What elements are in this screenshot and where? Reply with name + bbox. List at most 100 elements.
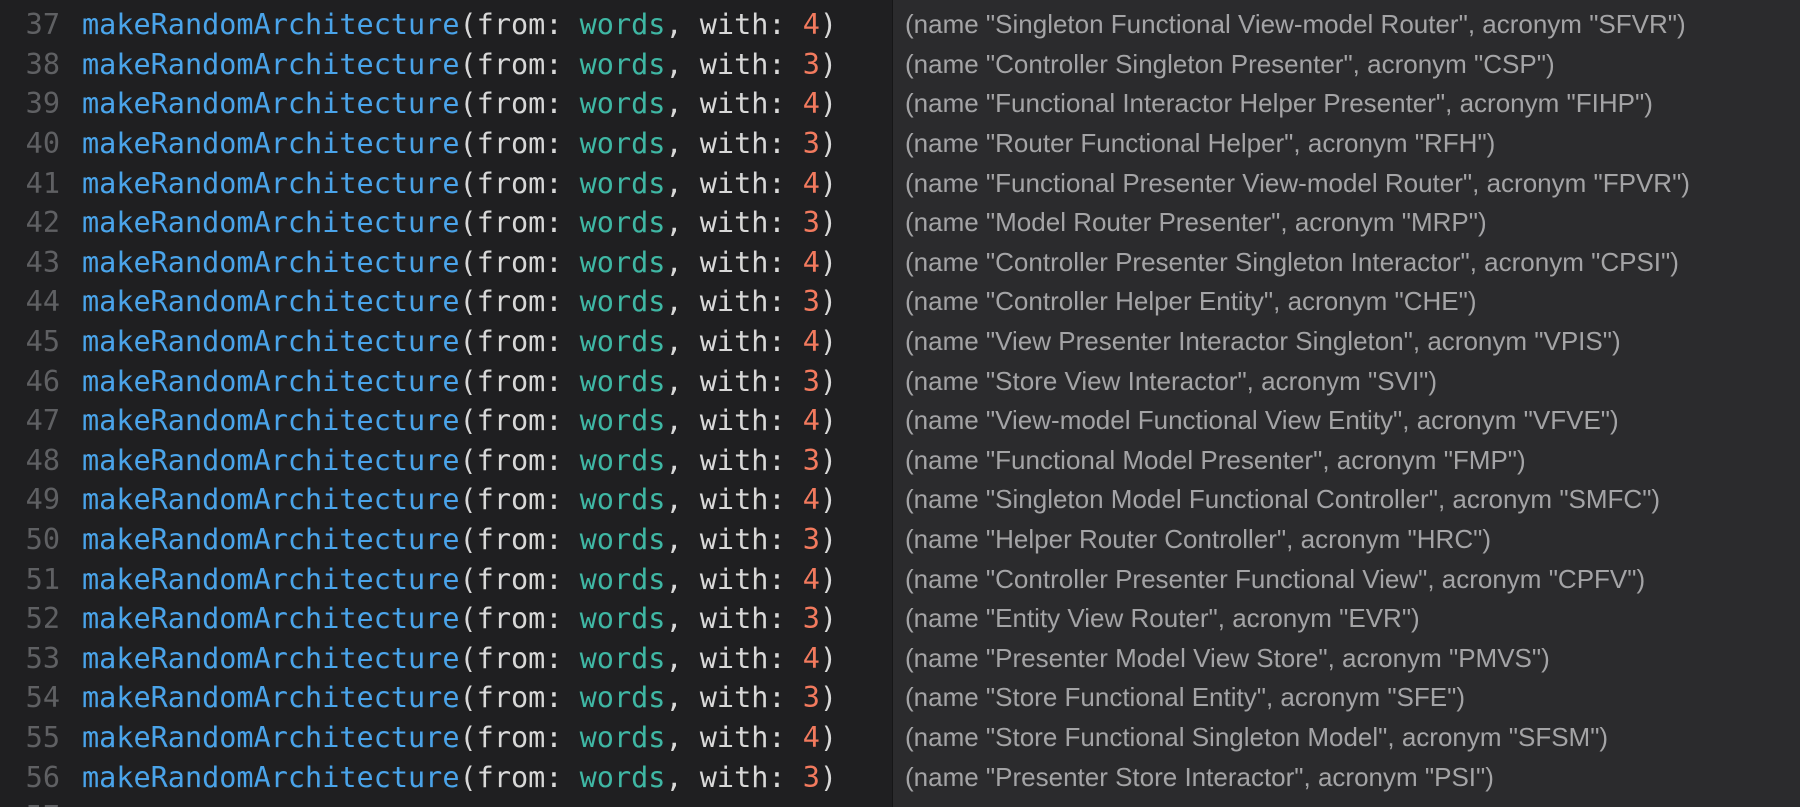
result-line[interactable]: (name "Controller Presenter Singleton In… xyxy=(893,243,1800,283)
argument-label-with: with xyxy=(699,443,769,477)
argument-label-with: with xyxy=(699,87,769,121)
code-line[interactable]: 42 makeRandomArchitecture(from: words, wi… xyxy=(0,203,892,243)
argument-variable: words xyxy=(579,483,666,517)
word-count-literal: 4 xyxy=(802,325,820,359)
argument-label-with: with xyxy=(699,641,769,675)
close-paren: ) xyxy=(819,681,838,715)
line-number: 57 xyxy=(0,800,82,807)
code-line[interactable]: 46 makeRandomArchitecture(from: words, wi… xyxy=(0,361,892,401)
function-name: makeRandomArchitecture xyxy=(82,47,460,81)
result-line[interactable]: (name "Presenter Model View Store", acro… xyxy=(893,639,1800,679)
close-paren: ) xyxy=(819,364,838,398)
code-line[interactable]: 51 makeRandomArchitecture(from: words, wi… xyxy=(0,559,892,599)
result-line[interactable]: (name "Controller Singleton Presenter", … xyxy=(893,45,1800,85)
result-line[interactable]: (name "Helper Router Controller", acrony… xyxy=(893,520,1800,560)
argument-variable: words xyxy=(579,8,666,42)
code-line[interactable]: 56 makeRandomArchitecture(from: words, wi… xyxy=(0,757,892,797)
code-line[interactable]: 47 makeRandomArchitecture(from: words, wi… xyxy=(0,401,892,441)
result-line[interactable]: (name "Functional Interactor Helper Pres… xyxy=(893,84,1800,124)
argument-variable: words xyxy=(579,641,666,675)
colon: : xyxy=(545,166,580,200)
code-line[interactable]: 48 makeRandomArchitecture(from: words, wi… xyxy=(0,441,892,481)
comma: , xyxy=(665,245,700,279)
result-value: (name "Singleton Functional View-model R… xyxy=(905,9,1686,40)
result-line[interactable]: (name "View-model Functional View Entity… xyxy=(893,401,1800,441)
comma: , xyxy=(665,127,700,161)
code-line[interactable]: 43 makeRandomArchitecture(from: words, wi… xyxy=(0,243,892,283)
code-line[interactable]: 39 makeRandomArchitecture(from: words, wi… xyxy=(0,84,892,124)
close-paren: ) xyxy=(819,245,838,279)
code-line[interactable]: 38 makeRandomArchitecture(from: words, wi… xyxy=(0,45,892,85)
code-line[interactable]: 50 makeRandomArchitecture(from: words, wi… xyxy=(0,520,892,560)
code-line[interactable]: 55 makeRandomArchitecture(from: words, wi… xyxy=(0,718,892,758)
code-line[interactable]: 45 makeRandomArchitecture(from: words, wi… xyxy=(0,322,892,362)
result-line[interactable]: (name "Functional Presenter View-model R… xyxy=(893,163,1800,203)
function-name: makeRandomArchitecture xyxy=(82,720,460,754)
function-name: makeRandomArchitecture xyxy=(82,523,460,557)
colon: : xyxy=(768,681,803,715)
colon: : xyxy=(768,245,803,279)
function-name: makeRandomArchitecture xyxy=(82,641,460,675)
argument-variable: words xyxy=(579,602,666,636)
argument-label-with: with xyxy=(699,602,769,636)
code-line[interactable]: 57 xyxy=(0,797,892,807)
code-line[interactable]: 54 makeRandomArchitecture(from: words, wi… xyxy=(0,678,892,718)
result-value: (name "Functional Presenter View-model R… xyxy=(905,167,1690,198)
function-name: makeRandomArchitecture xyxy=(82,681,460,715)
close-paren: ) xyxy=(819,602,838,636)
colon: : xyxy=(545,127,580,161)
code-line[interactable]: 41 makeRandomArchitecture(from: words, wi… xyxy=(0,163,892,203)
code-line[interactable]: 53 makeRandomArchitecture(from: words, wi… xyxy=(0,639,892,679)
code-editor-pane[interactable]: 37 makeRandomArchitecture(from: words, wi… xyxy=(0,0,892,807)
line-number: 42 xyxy=(25,206,60,240)
function-name: makeRandomArchitecture xyxy=(82,166,460,200)
result-line[interactable]: (name "Model Router Presenter", acronym … xyxy=(893,203,1800,243)
result-line[interactable]: (name "Router Functional Helper", acrony… xyxy=(893,124,1800,164)
comma: , xyxy=(665,562,700,596)
code-lines: 37 makeRandomArchitecture(from: words, wi… xyxy=(0,0,892,807)
line-number: 51 xyxy=(25,562,60,596)
argument-variable: words xyxy=(579,166,666,200)
word-count-literal: 3 xyxy=(802,364,820,398)
comma: , xyxy=(665,602,700,636)
function-name: makeRandomArchitecture xyxy=(82,602,460,636)
result-line[interactable]: (name "Singleton Model Functional Contro… xyxy=(893,480,1800,520)
result-value: (name "Store Functional Entity", acronym… xyxy=(905,682,1466,713)
argument-label-from: from xyxy=(476,641,546,675)
result-line[interactable]: (name "Singleton Functional View-model R… xyxy=(893,5,1800,45)
colon: : xyxy=(545,760,580,794)
word-count-literal: 4 xyxy=(802,483,820,517)
comma: , xyxy=(665,8,700,42)
function-name: makeRandomArchitecture xyxy=(82,8,460,42)
word-count-literal: 4 xyxy=(802,404,820,438)
function-name: makeRandomArchitecture xyxy=(82,364,460,398)
result-line[interactable]: (name "Functional Model Presenter", acro… xyxy=(893,441,1800,481)
colon: : xyxy=(545,87,580,121)
word-count-literal: 3 xyxy=(802,206,820,240)
code-line[interactable]: 49 makeRandomArchitecture(from: words, wi… xyxy=(0,480,892,520)
result-line[interactable]: (name "Store View Interactor", acronym "… xyxy=(893,361,1800,401)
line-number: 37 xyxy=(25,8,60,42)
argument-label-with: with xyxy=(699,720,769,754)
result-line[interactable]: (name "Store Functional Entity", acronym… xyxy=(893,678,1800,718)
colon: : xyxy=(545,641,580,675)
result-line[interactable]: (name "Entity View Router", acronym "EVR… xyxy=(893,599,1800,639)
open-paren: ( xyxy=(459,206,477,240)
result-line[interactable]: (name "Controller Helper Entity", acrony… xyxy=(893,282,1800,322)
result-line[interactable]: (name "View Presenter Interactor Singlet… xyxy=(893,322,1800,362)
word-count-literal: 4 xyxy=(802,720,820,754)
code-line[interactable]: 44 makeRandomArchitecture(from: words, wi… xyxy=(0,282,892,322)
code-line[interactable]: 52 makeRandomArchitecture(from: words, wi… xyxy=(0,599,892,639)
open-paren: ( xyxy=(459,127,477,161)
colon: : xyxy=(545,8,580,42)
word-count-literal: 4 xyxy=(802,8,820,42)
argument-variable: words xyxy=(579,562,666,596)
code-line[interactable]: 37 makeRandomArchitecture(from: words, wi… xyxy=(0,5,892,45)
colon: : xyxy=(768,127,803,161)
word-count-literal: 3 xyxy=(802,47,820,81)
result-line[interactable]: (name "Store Functional Singleton Model"… xyxy=(893,718,1800,758)
result-line[interactable]: (name "Presenter Store Interactor", acro… xyxy=(893,757,1800,797)
code-line[interactable]: 40 makeRandomArchitecture(from: words, wi… xyxy=(0,124,892,164)
result-line[interactable]: (name "Controller Presenter Functional V… xyxy=(893,559,1800,599)
open-paren: ( xyxy=(459,720,477,754)
